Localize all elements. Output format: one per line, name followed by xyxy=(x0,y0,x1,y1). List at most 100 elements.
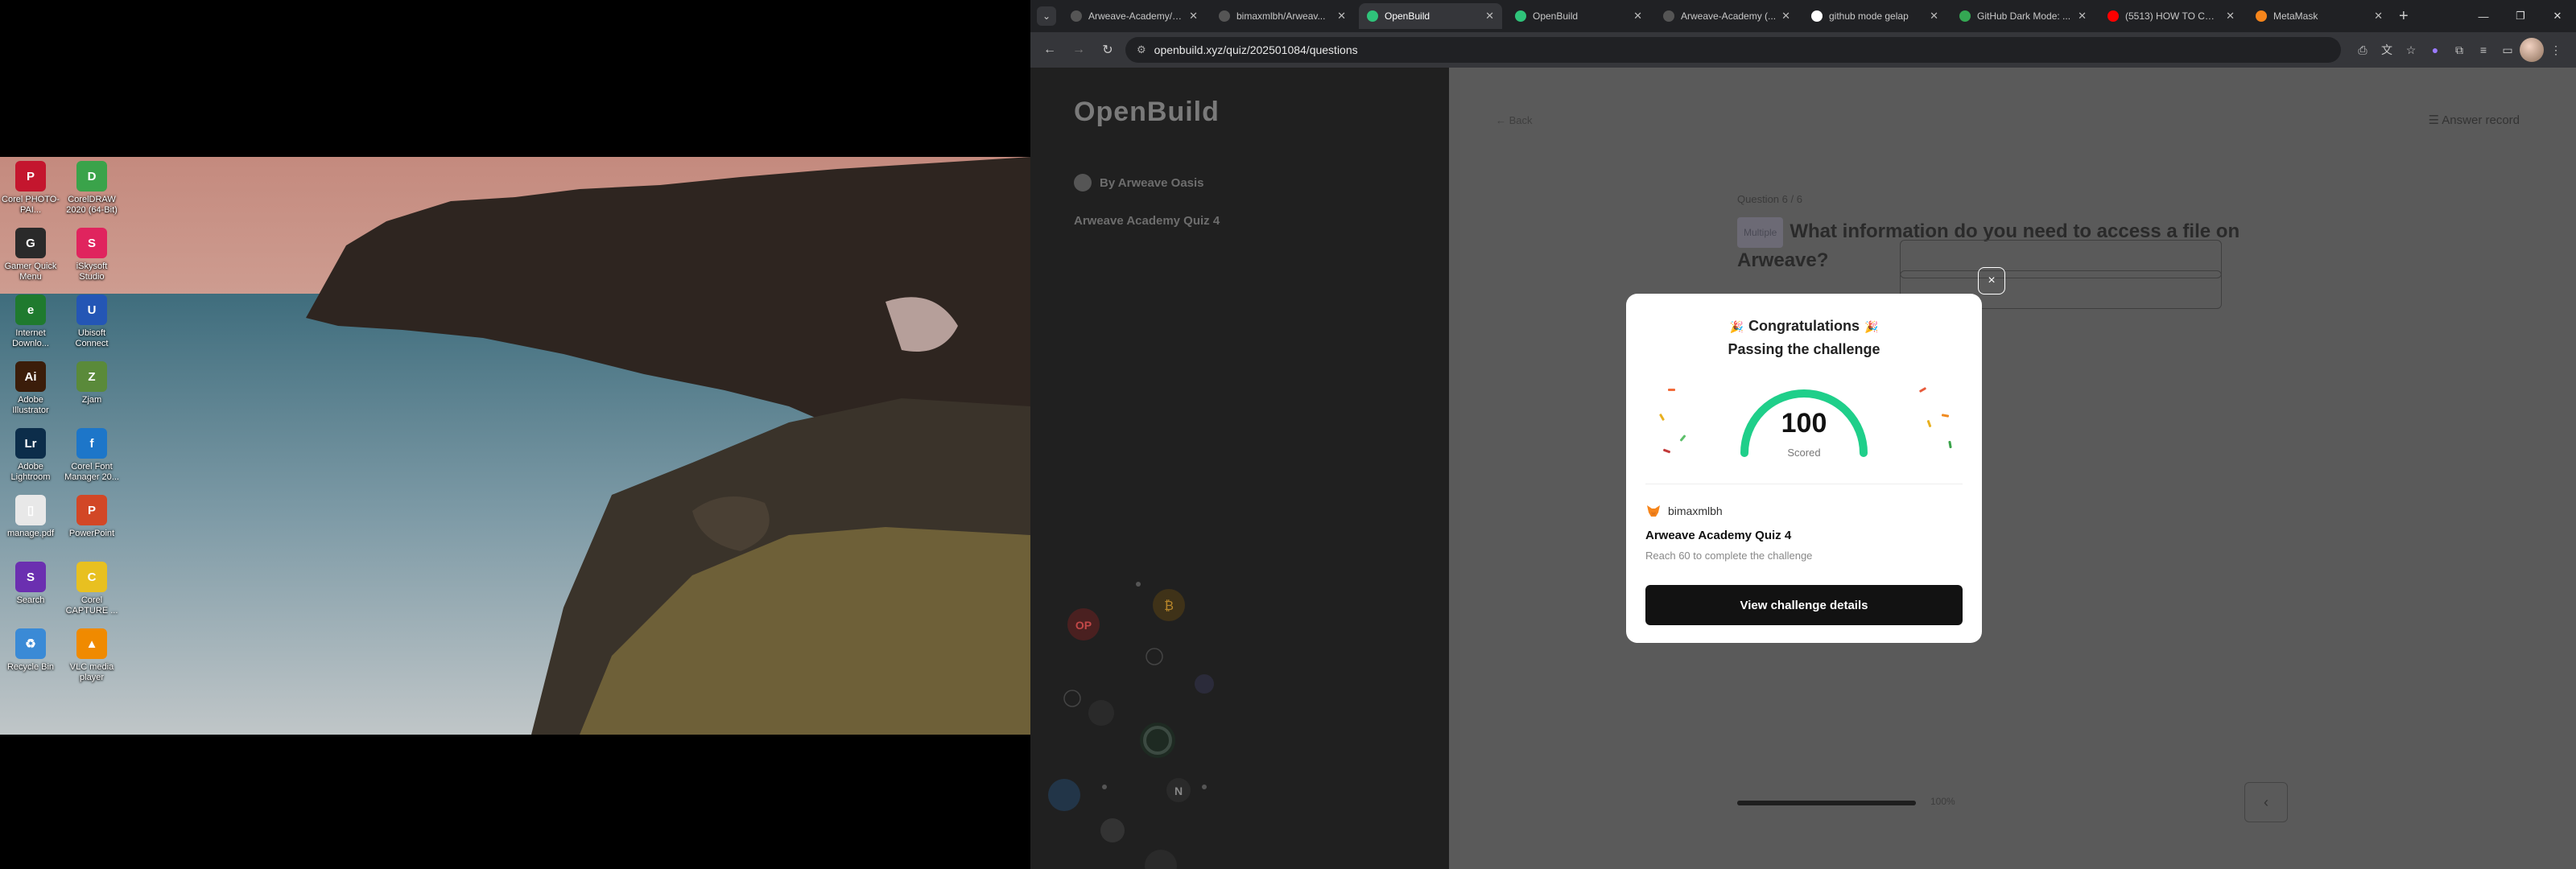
browser-tab[interactable]: MetaMask ✕ xyxy=(2248,3,2391,29)
github-icon xyxy=(1219,10,1230,22)
desktop-icon[interactable]: ▯ manage.pdf xyxy=(2,495,60,539)
desktop-icon[interactable]: e Internet Downlo... xyxy=(2,294,60,349)
desktop-icon-glyph: e xyxy=(15,294,46,325)
tab-close-icon[interactable]: ✕ xyxy=(1930,10,1938,23)
extension-icon[interactable]: ● xyxy=(2423,38,2447,62)
desktop-icon-label: Corel CAPTURE ... xyxy=(65,595,118,616)
extensions-puzzle-icon[interactable]: ⧉ xyxy=(2447,38,2471,62)
desktop-icon[interactable]: f Corel Font Manager 20... xyxy=(63,428,121,483)
previous-question-button[interactable]: ‹ xyxy=(2244,782,2288,822)
close-window-icon[interactable]: ✕ xyxy=(2539,0,2576,32)
tab-title: MetaMask xyxy=(2273,10,2318,22)
desktop-icon-label: Search xyxy=(16,595,45,605)
answer-record-link[interactable]: ☰ Answer record xyxy=(2429,113,2520,127)
browser-tab[interactable]: GitHub Dark Mode: ... ✕ xyxy=(1951,3,2095,29)
media-icon[interactable]: ≡ xyxy=(2471,38,2496,62)
token-btc-label: ₿ xyxy=(1164,599,1174,613)
desktop-icon[interactable]: P Corel PHOTO-PAI... xyxy=(2,161,60,216)
desktop-icon-label: PowerPoint xyxy=(68,529,115,538)
view-challenge-details-button[interactable]: View challenge details xyxy=(1645,585,1963,625)
desktop-icon[interactable]: SiSkysoft Studio xyxy=(63,228,121,282)
restore-icon[interactable]: ❐ xyxy=(2502,0,2539,32)
desktop-icon-glyph: Z xyxy=(76,361,107,392)
tab-close-icon[interactable]: ✕ xyxy=(1189,10,1198,23)
desktop-icon[interactable]: C Corel CAPTURE ... xyxy=(63,562,121,616)
metamask-icon xyxy=(2256,10,2267,22)
youtube-icon xyxy=(2107,10,2119,22)
profile-avatar[interactable] xyxy=(2520,38,2544,62)
site-info-icon[interactable]: ⚙ xyxy=(1137,43,1146,56)
desktop-icon-glyph: G xyxy=(15,228,46,258)
desktop-icon[interactable]: ♻ Recycle Bin xyxy=(2,628,60,673)
desktop-icon-glyph: Ai xyxy=(15,361,46,392)
desktop-icon[interactable]: Ai Adobe Illustrator xyxy=(2,361,60,416)
question-type-badge: Multiple xyxy=(1737,217,1784,248)
address-bar[interactable]: ⚙ openbuild.xyz/quiz/202501084/questions xyxy=(1125,37,2341,63)
github-icon xyxy=(1663,10,1674,22)
browser-tab[interactable]: OpenBuild ✕ xyxy=(1507,3,1650,29)
tab-search-button[interactable]: ⌄ xyxy=(1037,6,1056,26)
browser-tab[interactable]: (5513) HOW TO CON... ✕ xyxy=(2099,3,2243,29)
browser-tab[interactable]: bimaxmlbh/Arweav... ✕ xyxy=(1211,3,1354,29)
tab-close-icon[interactable]: ✕ xyxy=(2078,10,2087,23)
menu-kebab-icon[interactable]: ⋮ xyxy=(2544,38,2568,62)
desktop-icon-glyph: D xyxy=(76,161,107,192)
tab-close-icon[interactable]: ✕ xyxy=(1633,10,1642,23)
install-app-icon[interactable]: ⎙ xyxy=(2351,38,2375,62)
forward-arrow-icon[interactable]: → xyxy=(1067,39,1090,61)
desktop-icon[interactable]: U Ubisoft Connect xyxy=(63,294,121,349)
tab-close-icon[interactable]: ✕ xyxy=(2226,10,2235,23)
desktop-icon-label: Corel Font Manager 20... xyxy=(64,462,119,482)
tab-close-icon[interactable]: ✕ xyxy=(1337,10,1346,23)
browser-tab[interactable]: Arweave-Academy (... ✕ xyxy=(1655,3,1798,29)
browser-tab[interactable]: github mode gelap ✕ xyxy=(1803,3,1946,29)
desktop-icon-label: Adobe Lightroom xyxy=(10,462,51,482)
desktop-icon-glyph: f xyxy=(76,428,107,459)
back-arrow-icon[interactable]: ← xyxy=(1038,39,1061,61)
quiz-sidebar: OpenBuild By Arweave Oasis Arweave Acade… xyxy=(1030,68,1449,869)
desktop-icon[interactable]: D CorelDRAW 2020 (64-Bit) xyxy=(63,161,121,216)
tab-title: (5513) HOW TO CON... xyxy=(2125,10,2222,22)
tab-close-icon[interactable]: ✕ xyxy=(1781,10,1790,23)
url-text: openbuild.xyz/quiz/202501084/questions xyxy=(1154,43,1358,56)
bookmark-star-icon[interactable]: ☆ xyxy=(2399,38,2423,62)
token-op-label: OP xyxy=(1075,619,1092,632)
challenge-subtitle: Reach 60 to complete the challenge xyxy=(1645,550,1813,562)
desktop-icon-label: Zjam xyxy=(81,395,102,405)
github-icon xyxy=(1071,10,1082,22)
browser-tab[interactable]: Arweave-Academy/h... ✕ xyxy=(1063,3,1206,29)
desktop-icon-glyph: U xyxy=(76,294,107,325)
user-row: bimaxmlbh xyxy=(1645,503,1723,519)
new-tab-button[interactable]: + xyxy=(2399,7,2409,26)
openbuild-logo[interactable]: OpenBuild xyxy=(1074,97,1220,128)
browser-tab[interactable]: OpenBuild ✕ xyxy=(1359,3,1502,29)
desktop-icon-glyph: ♻ xyxy=(15,628,46,659)
modal-title: 🎉 Congratulations 🎉 Passing the challenge xyxy=(1626,315,1982,360)
google-icon xyxy=(1811,10,1823,22)
back-link[interactable]: ← Back xyxy=(1496,114,1533,126)
desktop-icon[interactable]: ▲ VLC media player xyxy=(63,628,121,683)
metamask-fox-icon xyxy=(1647,505,1660,517)
desktop-icon-glyph: S xyxy=(15,562,46,592)
desktop-icon[interactable]: P PowerPoint xyxy=(63,495,121,539)
modal-close-button[interactable]: × xyxy=(1978,267,2005,294)
translate-icon[interactable]: 文 xyxy=(2375,38,2399,62)
quiz-content: ← Back ☰ Answer record Question 6 / 6 Mu… xyxy=(1449,68,2576,869)
desktop-icon-label: Corel PHOTO-PAI... xyxy=(2,195,60,215)
desktop-icon[interactable]: S Search xyxy=(2,562,60,606)
minimize-icon[interactable]: — xyxy=(2465,0,2502,32)
question-counter: Question 6 / 6 xyxy=(1737,193,1802,205)
desktop-icon-glyph: ▯ xyxy=(15,495,46,525)
tab-close-icon[interactable]: ✕ xyxy=(1485,10,1494,23)
party-popper-icon: 🎉 xyxy=(1864,320,1879,333)
token-water xyxy=(1048,779,1080,811)
reload-icon[interactable]: ↻ xyxy=(1096,39,1119,61)
token-btc: ₿ xyxy=(1153,589,1185,621)
desktop-icon[interactable]: Z Zjam xyxy=(63,361,121,406)
docs-icon xyxy=(1959,10,1971,22)
desktop-icon[interactable]: Lr Adobe Lightroom xyxy=(2,428,60,483)
desktop-icon[interactable]: G Gamer Quick Menu xyxy=(2,228,60,282)
tab-close-icon[interactable]: ✕ xyxy=(2374,10,2383,23)
confetti xyxy=(1668,389,1675,391)
split-view-icon[interactable]: ▭ xyxy=(2496,38,2520,62)
